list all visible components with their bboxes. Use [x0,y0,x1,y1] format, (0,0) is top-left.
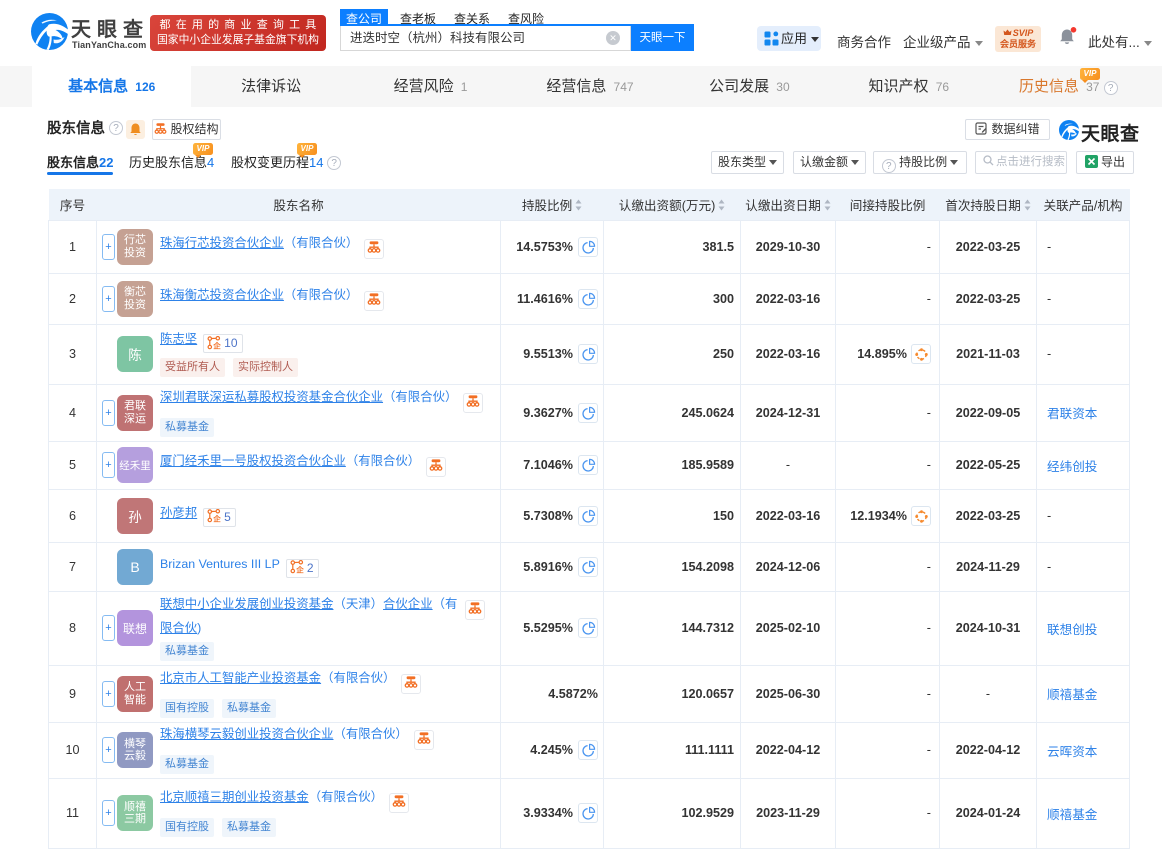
svg-text:企: 企 [295,565,304,574]
svg-text:企: 企 [212,514,221,523]
svg-text:企: 企 [212,340,221,349]
